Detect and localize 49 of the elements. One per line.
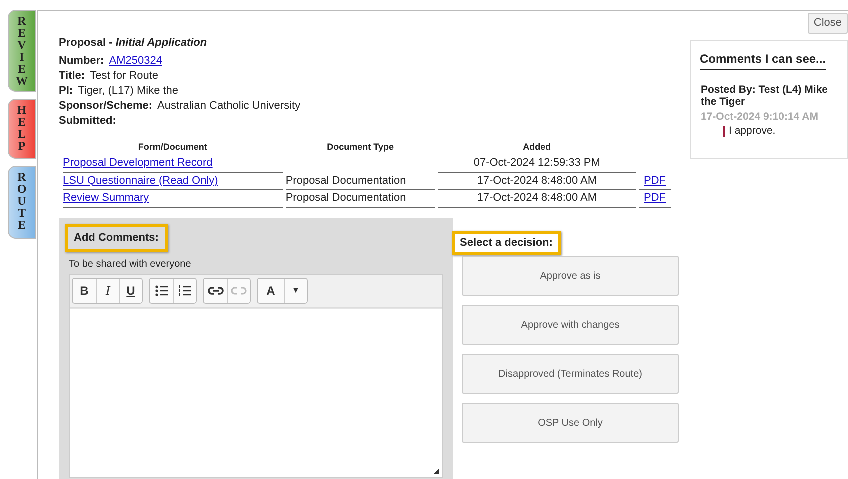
decision-button[interactable]: Approve as is: [462, 256, 679, 296]
field-value: Australian Catholic University: [158, 99, 301, 114]
decision-button[interactable]: Approve with changes: [462, 305, 679, 345]
close-button[interactable]: Close: [808, 13, 848, 34]
bulleted-list-icon: [154, 283, 170, 299]
number-link[interactable]: AM250324: [109, 53, 162, 70]
toolbar-button[interactable]: [204, 279, 227, 303]
comment-author: Posted By: Test (L4) Mike the Tiger: [701, 84, 829, 108]
toolbar-button[interactable]: B: [73, 279, 96, 303]
table-cell: 07-Oct-2024 12:59:33 PM: [474, 157, 600, 169]
side-tab[interactable]: ROUTE: [8, 166, 36, 239]
field-label: Submitted:: [59, 114, 116, 130]
table-cell: Proposal Documentation: [286, 174, 406, 186]
toolbar-button[interactable]: ▼: [284, 279, 307, 303]
toolbar-button[interactable]: [150, 279, 173, 303]
toolbar-button[interactable]: I: [96, 279, 119, 303]
comment-time: 17-Oct-2024 9:10:14 AM: [701, 110, 820, 124]
document-link[interactable]: Proposal Development Record: [63, 157, 213, 169]
section-heading: Add Comments:: [65, 224, 168, 252]
field-label: Sponsor/Scheme:: [59, 99, 153, 114]
table-cell: Proposal Documentation: [286, 192, 406, 204]
side-tab[interactable]: HELP: [8, 99, 36, 159]
table-cell: 17-Oct-2024 8:48:00 AM: [477, 174, 598, 186]
decision-button[interactable]: Disapproved (Terminates Route): [462, 354, 679, 394]
panel-heading: Comments I can see...: [700, 50, 826, 70]
numbered-list-icon: [177, 283, 193, 299]
toolbar-button[interactable]: A: [258, 279, 284, 303]
toolbar-button[interactable]: [173, 279, 196, 303]
pdf-link[interactable]: PDF: [644, 174, 666, 186]
document-link[interactable]: LSU Questionnaire (Read Only): [63, 174, 218, 186]
resize-handle-icon: [434, 468, 439, 474]
field-label: Number:: [59, 54, 104, 70]
table-cell: 17-Oct-2024 8:48:00 AM: [477, 192, 598, 204]
decision-button[interactable]: OSP Use Only: [462, 403, 679, 443]
column-header: Added: [523, 142, 552, 152]
side-tab[interactable]: REVIEW: [8, 10, 36, 92]
field-value: Tiger, (L17) Mike the: [78, 84, 179, 100]
proposal-title: Proposal - Initial Application: [59, 36, 208, 51]
field-label: Title:: [59, 69, 86, 84]
hint-text: To be shared with everyone: [69, 258, 192, 272]
field-label: PI:: [59, 84, 74, 100]
field-value: Test for Route: [90, 69, 159, 84]
toolbar-button[interactable]: U: [119, 279, 142, 303]
pdf-link[interactable]: PDF: [644, 192, 666, 204]
document-link[interactable]: Review Summary: [63, 192, 150, 204]
comment-text: I approve.: [723, 126, 776, 138]
column-header: Form/Document: [138, 142, 208, 152]
section-heading: Select a decision:: [452, 230, 561, 255]
column-header: Document Type: [327, 142, 394, 152]
